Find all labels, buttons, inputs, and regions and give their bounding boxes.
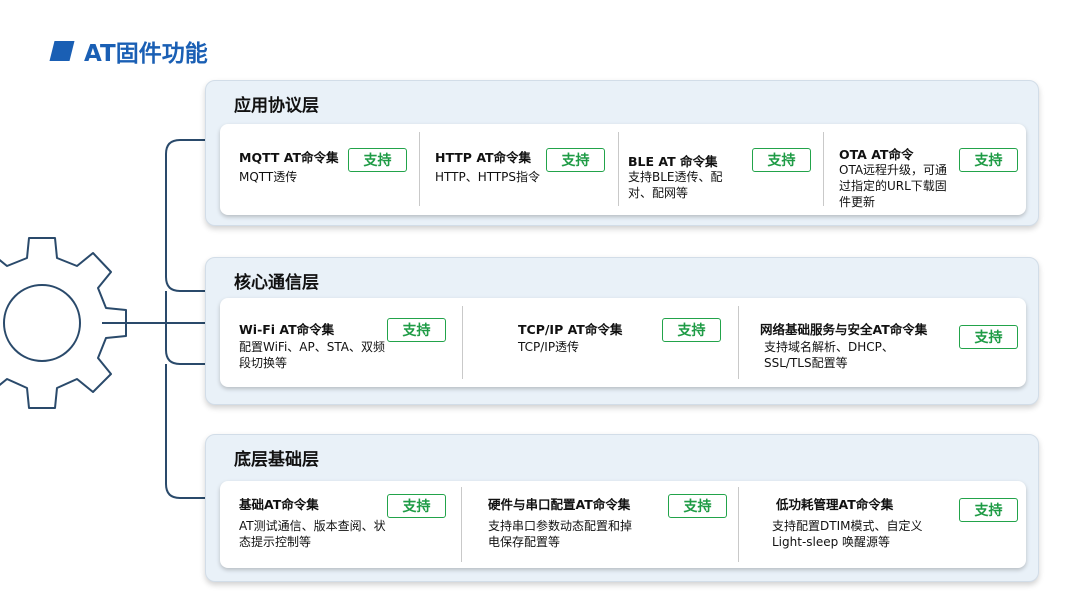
support-badge: 支持	[959, 498, 1018, 522]
item-name: TCP/IP AT命令集	[518, 322, 623, 337]
support-badge: 支持	[959, 325, 1018, 349]
item-desc: 支持域名解析、DHCP、SSL/TLS配置等	[764, 340, 894, 370]
item-ble: BLE AT 命令集 支持BLE透传、配对、配网等 支持	[619, 124, 823, 215]
support-badge: 支持	[662, 318, 721, 342]
support-badge: 支持	[546, 148, 605, 172]
support-badge: 支持	[752, 148, 811, 172]
item-hardware-uart: 硬件与串口配置AT命令集 支持串口参数动态配置和掉电保存配置等 支持	[462, 481, 738, 568]
item-network-security: 网络基础服务与安全AT命令集 支持域名解析、DHCP、SSL/TLS配置等 支持	[739, 298, 1028, 387]
support-badge: 支持	[387, 494, 446, 518]
item-desc: OTA远程升级，可通过指定的URL下载固件更新	[839, 163, 948, 209]
gear-hub-icon	[3, 284, 81, 362]
connector-branches	[146, 139, 206, 499]
support-badge: 支持	[348, 148, 407, 172]
item-low-power: 低功耗管理AT命令集 支持配置DTIM模式、自定义Light-sleep 唤醒源…	[739, 481, 1028, 568]
layer-title: 底层基础层	[234, 450, 319, 470]
layer-base-foundation: 底层基础层 基础AT命令集 AT测试通信、版本查阅、状态提示控制等 支持 硬件与…	[205, 434, 1039, 582]
support-badge: 支持	[668, 494, 727, 518]
layer-card: Wi-Fi AT命令集 配置WiFi、AP、STA、双频段切换等 支持 TCP/…	[220, 298, 1026, 387]
item-name: 硬件与串口配置AT命令集	[488, 497, 631, 512]
item-name: 基础AT命令集	[239, 497, 319, 512]
layer-application-protocol: 应用协议层 MQTT AT命令集 MQTT透传 支持 HTTP AT命令集 HT…	[205, 80, 1039, 226]
item-name: Wi-Fi AT命令集	[239, 322, 335, 337]
item-wifi: Wi-Fi AT命令集 配置WiFi、AP、STA、双频段切换等 支持	[220, 298, 462, 387]
item-mqtt: MQTT AT命令集 MQTT透传 支持	[220, 124, 420, 215]
layer-core-communication: 核心通信层 Wi-Fi AT命令集 配置WiFi、AP、STA、双频段切换等 支…	[205, 257, 1039, 405]
item-http: HTTP AT命令集 HTTP、HTTPS指令 支持	[420, 124, 618, 215]
layer-card: 基础AT命令集 AT测试通信、版本查阅、状态提示控制等 支持 硬件与串口配置AT…	[220, 481, 1026, 568]
item-ota: OTA AT命令 OTA远程升级，可通过指定的URL下载固件更新 支持	[824, 124, 1028, 215]
layer-card: MQTT AT命令集 MQTT透传 支持 HTTP AT命令集 HTTP、HTT…	[220, 124, 1026, 215]
item-desc: 支持配置DTIM模式、自定义Light-sleep 唤醒源等	[772, 519, 923, 549]
item-desc: HTTP、HTTPS指令	[435, 170, 541, 184]
layer-title: 核心通信层	[234, 273, 319, 293]
item-desc: MQTT透传	[239, 170, 298, 184]
item-desc: TCP/IP透传	[518, 340, 580, 354]
item-desc: 支持BLE透传、配对、配网等	[628, 170, 723, 200]
item-name: MQTT AT命令集	[239, 150, 339, 165]
support-badge: 支持	[959, 148, 1018, 172]
item-tcpip: TCP/IP AT命令集 TCP/IP透传 支持	[463, 298, 738, 387]
item-desc: AT测试通信、版本查阅、状态提示控制等	[239, 519, 386, 549]
item-name: 低功耗管理AT命令集	[776, 497, 894, 512]
item-name: OTA AT命令	[839, 147, 914, 162]
item-name: BLE AT 命令集	[628, 154, 718, 169]
support-badge: 支持	[387, 318, 446, 342]
layer-title: 应用协议层	[234, 96, 319, 116]
item-desc: 配置WiFi、AP、STA、双频段切换等	[239, 340, 385, 370]
item-name: HTTP AT命令集	[435, 150, 532, 165]
item-name: 网络基础服务与安全AT命令集	[760, 322, 928, 337]
item-basic: 基础AT命令集 AT测试通信、版本查阅、状态提示控制等 支持	[220, 481, 461, 568]
item-desc: 支持串口参数动态配置和掉电保存配置等	[488, 519, 633, 549]
